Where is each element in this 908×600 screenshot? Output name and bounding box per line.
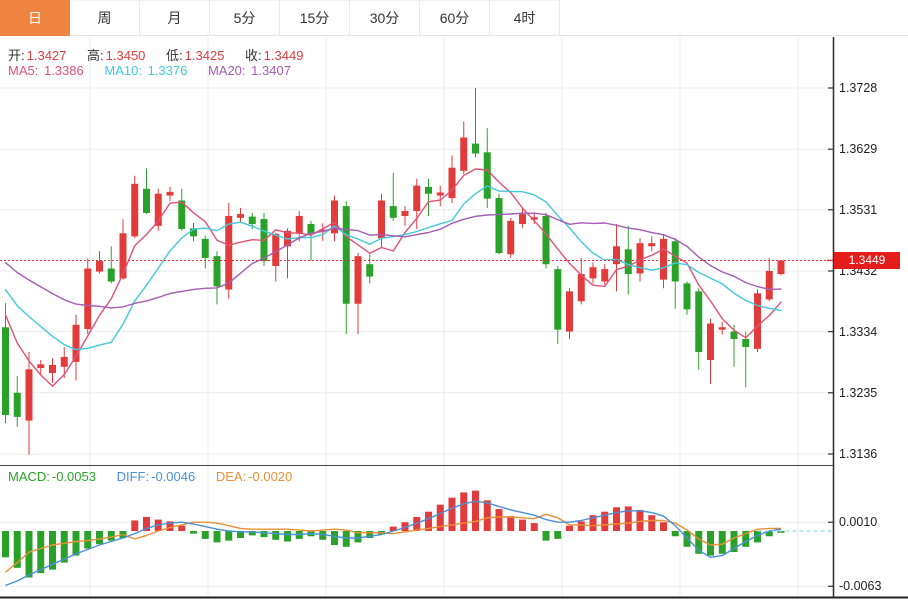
diff-line (6, 501, 782, 585)
open-value: 1.3427 (27, 48, 67, 63)
price-tick-label-4: 1.3334 (839, 324, 903, 340)
close-label: 收: (245, 48, 262, 63)
high-value: 1.3450 (106, 48, 146, 63)
low-label: 低: (166, 48, 183, 63)
macd-tick-label-0: 0.0010 (839, 514, 903, 530)
macd-pair: MACD:-0.0053 (8, 469, 96, 484)
price-tick-label-1: 1.3629 (839, 141, 903, 157)
price-tick-label-5: 1.3235 (839, 385, 903, 401)
ma5-pair: MA5: 1.3386 (8, 63, 84, 78)
last-price-value: 1.3449 (849, 253, 886, 267)
close-pair: 收:1.3449 (245, 48, 303, 63)
dea-pair: DEA:-0.0020 (216, 469, 292, 484)
diff-label: DIFF: (117, 469, 150, 484)
macd-value: -0.0053 (52, 469, 96, 484)
ma20-label: MA20: (208, 63, 246, 78)
macd-label: MACD: (8, 469, 50, 484)
ma-readout: MA5: 1.3386 MA10: 1.3376 MA20: 1.3407 (8, 63, 308, 78)
price-tick-label-2: 1.3531 (839, 202, 903, 218)
open-label: 开: (8, 48, 25, 63)
last-price-tag: 1.3449 (834, 252, 900, 269)
low-pair: 低:1.3425 (166, 48, 224, 63)
macd-tick-label-1: -0.0063 (839, 578, 903, 594)
low-value: 1.3425 (185, 48, 225, 63)
gridlines (0, 37, 833, 598)
high-pair: 高:1.3450 (87, 48, 145, 63)
dea-label: DEA: (216, 469, 246, 484)
ma10-label: MA10: (104, 63, 142, 78)
price-tick-label-0: 1.3728 (839, 80, 903, 96)
ohlc-readout: 开:1.3427 高:1.3450 低:1.3425 收:1.3449 (8, 45, 320, 64)
price-tick-label-6: 1.3136 (839, 446, 903, 462)
diff-pair: DIFF:-0.0046 (117, 469, 196, 484)
ma5-label: MA5: (8, 63, 38, 78)
ma10-pair: MA10: 1.3376 (104, 63, 187, 78)
dea-value: -0.0020 (248, 469, 292, 484)
high-label: 高: (87, 48, 104, 63)
chart-canvas[interactable] (0, 0, 908, 600)
close-value: 1.3449 (264, 48, 304, 63)
ma20-value: 1.3407 (251, 63, 291, 78)
kline-chart-app: 日周月5分15分30分60分4时 开:1.3427 高:1.3450 低:1.3… (0, 0, 908, 600)
ma5-value: 1.3386 (44, 63, 84, 78)
ma10-value: 1.3376 (148, 63, 188, 78)
ma20-pair: MA20: 1.3407 (208, 63, 291, 78)
macd-readout: MACD:-0.0053 DIFF:-0.0046 DEA:-0.0020 (8, 469, 309, 484)
diff-value: -0.0046 (151, 469, 195, 484)
open-pair: 开:1.3427 (8, 48, 66, 63)
